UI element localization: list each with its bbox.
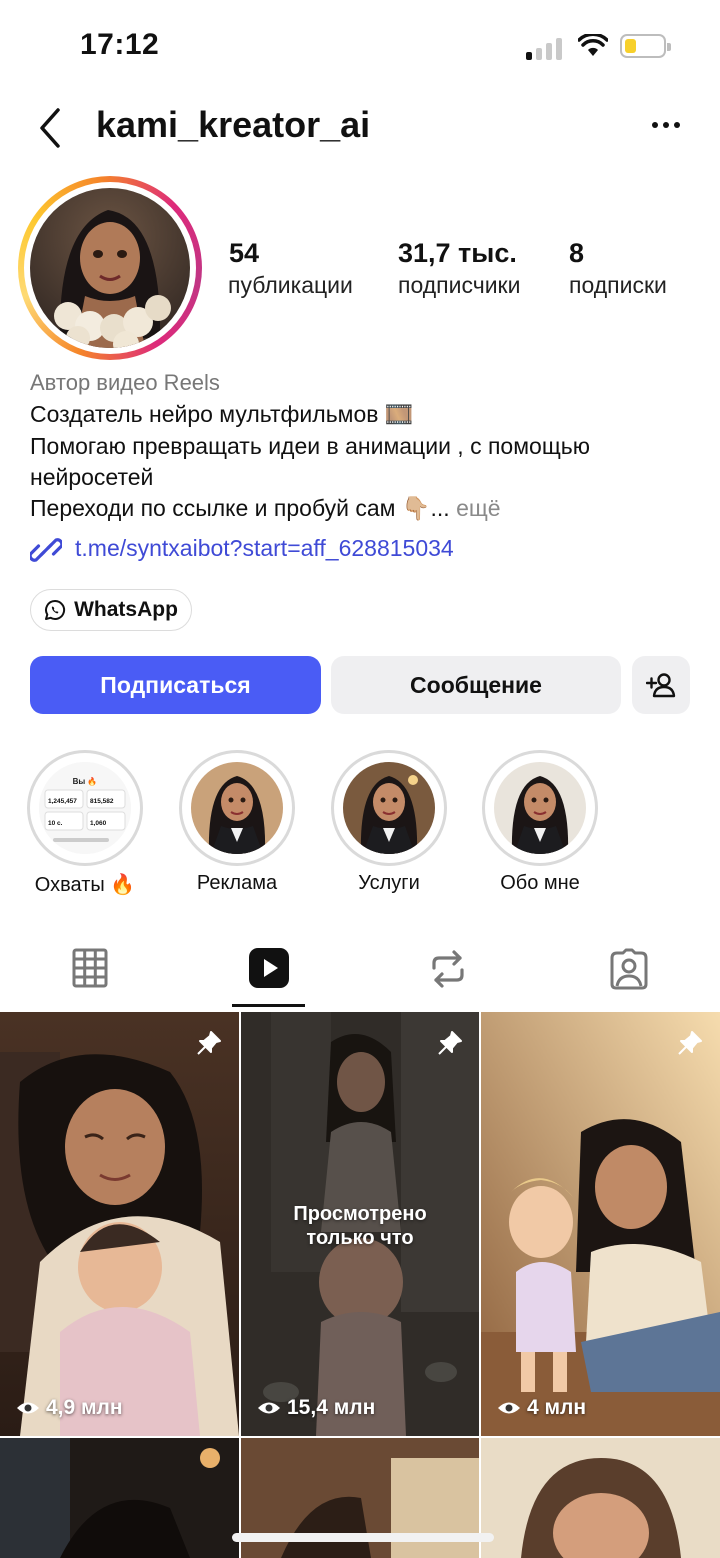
highlight-reach[interactable]: Вы 🔥 1,245,457 815,582 10 с. 1,060 <box>27 750 143 866</box>
bio-line-4: Переходи по ссылке и пробуй сам 👇🏼... ещ… <box>30 495 501 522</box>
bio-line-4-text: Переходи по ссылке и пробуй сам 👇🏼... <box>30 495 450 521</box>
reel-tile-1[interactable]: 4,9 млн <box>0 1012 239 1436</box>
profile-category: Автор видео Reels <box>30 370 220 395</box>
bio-link[interactable]: t.me/syntxaibot?start=aff_628815034 <box>75 535 454 562</box>
avatar-image <box>30 188 190 348</box>
reel-views-3-value: 4 млн <box>527 1396 587 1419</box>
tab-reposts-icon[interactable] <box>428 948 468 990</box>
bio-more-link[interactable]: ещё <box>456 495 501 521</box>
wifi-icon <box>578 34 608 56</box>
thumb-value-1: 1,245,457 <box>48 798 77 805</box>
battery-icon <box>620 34 671 58</box>
followers-label[interactable]: подписчики <box>398 272 520 299</box>
highlight-label-ads: Реклама <box>196 872 278 894</box>
tab-posts-grid-icon[interactable] <box>72 946 108 988</box>
pinned-icon <box>438 1031 462 1055</box>
highlight-services[interactable] <box>331 750 447 866</box>
pinned-icon <box>678 1031 702 1055</box>
back-arrow-icon[interactable] <box>34 106 66 150</box>
cellular-signal-icon <box>526 38 564 60</box>
reel-thumbnail-1 <box>0 1012 239 1436</box>
followers-count[interactable]: 31,7 тыс. <box>398 238 517 269</box>
reel-views-2: 15,4 млн <box>257 1396 375 1420</box>
suggest-people-button[interactable] <box>632 656 690 714</box>
link-icon <box>30 538 62 562</box>
status-time: 17:12 <box>80 28 160 61</box>
highlight-services-thumbnail <box>343 762 435 854</box>
reel-tile-4[interactable] <box>0 1438 239 1558</box>
active-tab-indicator <box>232 1004 305 1007</box>
following-count[interactable]: 8 <box>569 238 584 269</box>
watched-overlay-text: Просмотрено только что <box>293 1203 427 1249</box>
pinned-icon <box>197 1031 221 1055</box>
whatsapp-label: WhatsApp <box>74 598 178 621</box>
home-indicator <box>232 1533 494 1542</box>
highlight-label-reach: Охваты 🔥 <box>34 874 136 896</box>
highlight-stats-thumbnail: Вы 🔥 1,245,457 815,582 10 с. 1,060 <box>39 762 131 854</box>
reel-views-1: 4,9 млн <box>16 1396 123 1420</box>
reel-tile-3[interactable]: 4 млн <box>481 1012 720 1436</box>
reel-thumbnail-3 <box>481 1012 720 1436</box>
highlight-label-services: Услуги <box>358 872 420 894</box>
reel-thumbnail-6 <box>481 1438 720 1558</box>
profile-username: kami_kreator_ai <box>96 104 371 145</box>
reel-views-3: 4 млн <box>497 1396 586 1420</box>
whatsapp-icon <box>45 599 66 620</box>
eye-icon <box>498 1402 520 1414</box>
reel-views-1-value: 4,9 млн <box>46 1396 123 1419</box>
bio-line-3: нейросетей <box>30 464 154 490</box>
posts-label[interactable]: публикации <box>228 272 353 299</box>
thumb-value-4: 1,060 <box>90 820 107 827</box>
highlight-about[interactable] <box>482 750 598 866</box>
add-person-icon <box>646 673 676 698</box>
bio-line-2: Помогаю превращать идеи в анимации , с п… <box>30 433 590 459</box>
eye-icon <box>17 1402 39 1414</box>
bio-line-1: Создатель нейро мультфильмов 🎞️ <box>30 401 414 427</box>
highlight-ads-thumbnail <box>191 762 283 854</box>
highlight-about-thumbnail <box>494 762 586 854</box>
reel-thumbnail-4 <box>0 1438 239 1558</box>
following-label[interactable]: подписки <box>569 272 667 299</box>
more-options-icon[interactable] <box>652 122 680 128</box>
whatsapp-button[interactable]: WhatsApp <box>30 589 192 631</box>
profile-avatar[interactable] <box>18 176 202 360</box>
message-button[interactable]: Сообщение <box>331 656 621 714</box>
reel-views-2-value: 15,4 млн <box>287 1396 376 1419</box>
eye-icon <box>258 1402 280 1414</box>
follow-button[interactable]: Подписаться <box>30 656 321 714</box>
reel-tile-6[interactable] <box>481 1438 720 1558</box>
highlight-ads[interactable] <box>179 750 295 866</box>
reel-tile-2[interactable]: Просмотрено только что 15,4 млн <box>241 1012 479 1436</box>
thumb-value-3: 10 с. <box>48 820 63 827</box>
tab-reels-icon[interactable] <box>248 947 290 989</box>
posts-count[interactable]: 54 <box>229 238 259 269</box>
highlight-label-about: Обо мне <box>500 872 580 894</box>
thumb-title: Вы 🔥 <box>73 776 98 786</box>
thumb-value-2: 815,582 <box>90 798 114 805</box>
tab-tagged-icon[interactable] <box>608 948 650 990</box>
